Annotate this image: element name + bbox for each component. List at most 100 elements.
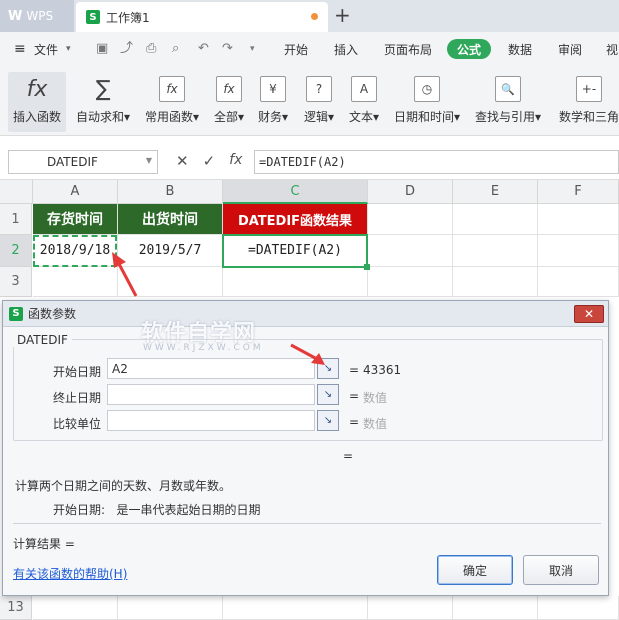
lookup-icon: 🔍: [495, 76, 521, 102]
file-menu[interactable]: 文件: [34, 32, 58, 66]
yen-icon: ¥: [260, 76, 286, 102]
print-preview-icon[interactable]: ⌕: [172, 42, 186, 56]
formula-input[interactable]: =DATEDIF(A2): [254, 150, 619, 174]
column-header-f[interactable]: F: [538, 180, 619, 204]
cell-f13[interactable]: [538, 596, 619, 620]
save-icon[interactable]: ▣: [96, 42, 110, 56]
name-box-dropdown-icon[interactable]: ▼: [146, 156, 152, 165]
all-functions-button[interactable]: fx 全部▾: [210, 72, 248, 132]
confirm-formula-icon[interactable]: ✓: [203, 152, 216, 170]
param-input-end-date[interactable]: [107, 384, 315, 405]
cell-f1[interactable]: [538, 204, 619, 235]
cell-a1[interactable]: 存货时间: [33, 204, 118, 235]
ok-button[interactable]: 确定: [437, 555, 513, 585]
cell-e3[interactable]: [453, 267, 538, 297]
name-box[interactable]: DATEDIF ▼: [8, 150, 158, 174]
redo-icon[interactable]: ↷: [222, 42, 236, 56]
param-input-unit[interactable]: [107, 410, 315, 431]
dialog-divider: [13, 523, 601, 524]
document-tab[interactable]: S 工作簿1: [76, 2, 328, 32]
menu-review[interactable]: 审阅: [558, 32, 582, 66]
dialog-title: 函数参数: [28, 307, 77, 321]
undo-icon[interactable]: ↶: [198, 42, 212, 56]
function-name: DATEDIF: [13, 333, 72, 347]
all-functions-label: 全部▾: [213, 110, 245, 124]
date-time-functions-button[interactable]: ◷ 日期和时间▾: [392, 72, 462, 132]
param-input-start-date[interactable]: A2: [107, 358, 315, 379]
cell-f2[interactable]: [538, 235, 619, 267]
logical-functions-button[interactable]: ? 逻辑▾: [300, 72, 338, 132]
cell-c13[interactable]: [223, 596, 368, 620]
column-header-e[interactable]: E: [453, 180, 538, 204]
column-header-a[interactable]: A: [33, 180, 118, 204]
close-icon[interactable]: ✕: [574, 305, 604, 323]
fx-icon[interactable]: fx: [229, 152, 242, 170]
common-functions-label: 常用函数▾: [144, 110, 200, 124]
row-header-13[interactable]: 13: [0, 596, 32, 620]
menu-insert[interactable]: 插入: [334, 32, 358, 66]
function-result-equals: =: [343, 449, 354, 463]
lookup-reference-button[interactable]: 🔍 查找与引用▾: [472, 72, 544, 132]
cancel-formula-icon[interactable]: ✕: [176, 152, 189, 170]
cell-d2[interactable]: [368, 235, 453, 267]
autosum-button[interactable]: ∑ 自动求和▾: [74, 72, 132, 132]
column-header-c[interactable]: C: [223, 180, 368, 204]
param-label-end-date: 终止日期: [53, 391, 102, 405]
cancel-button[interactable]: 取消: [523, 555, 599, 585]
menu-start[interactable]: 开始: [284, 32, 308, 66]
wps-spreadsheet-window: W WPS S 工作簿1 + ≡ 文件 ▾ ▣ ⤴ ⎙ ⌕ ↶ ↷ ▾ 开始 插…: [0, 0, 619, 620]
column-header-b[interactable]: B: [118, 180, 223, 204]
collapse-dialog-icon[interactable]: ↘: [317, 410, 339, 431]
file-menu-dropdown-icon[interactable]: ▾: [66, 32, 71, 66]
cell-d3[interactable]: [368, 267, 453, 297]
row-header-2[interactable]: 2: [0, 235, 32, 267]
cell-f3[interactable]: [538, 267, 619, 297]
math-trig-label: 数学和三角: [558, 110, 619, 124]
param-label-start-date: 开始日期: [53, 365, 102, 379]
reference-marquee: [33, 235, 117, 267]
print-icon[interactable]: ⎙: [146, 42, 160, 56]
cell-a3[interactable]: [33, 267, 118, 297]
param-result-unit: 数值: [363, 417, 388, 431]
common-functions-button[interactable]: fx 常用函数▾: [142, 72, 202, 132]
wps-home-tab[interactable]: W WPS: [0, 0, 74, 32]
menu-view[interactable]: 视: [606, 32, 618, 66]
cell-e1[interactable]: [453, 204, 538, 235]
lookup-label: 查找与引用▾: [474, 110, 542, 124]
cell-c1[interactable]: DATEDIF函数结果: [223, 204, 368, 235]
cell-d13[interactable]: [368, 596, 453, 620]
column-header-d[interactable]: D: [368, 180, 453, 204]
menu-page-layout[interactable]: 页面布局: [384, 32, 432, 66]
cell-b13[interactable]: [118, 596, 223, 620]
param-label-unit: 比较单位: [53, 417, 102, 431]
cell-e13[interactable]: [453, 596, 538, 620]
math-trig-button[interactable]: +- 数学和三角: [554, 72, 619, 132]
cell-d1[interactable]: [368, 204, 453, 235]
collapse-dialog-icon[interactable]: ↘: [317, 384, 339, 405]
financial-functions-button[interactable]: ¥ 财务▾: [254, 72, 292, 132]
menu-formula[interactable]: 公式: [447, 39, 492, 59]
hamburger-menu-icon[interactable]: ≡: [14, 32, 26, 66]
title-bar: W WPS S 工作簿1 +: [0, 0, 619, 32]
quick-access-dropdown-icon[interactable]: ▾: [250, 42, 264, 56]
export-icon[interactable]: ⤴: [120, 42, 134, 56]
spreadsheet-icon: S: [9, 306, 23, 321]
menu-data[interactable]: 数据: [508, 32, 532, 66]
insert-function-button[interactable]: fx 插入函数: [8, 72, 66, 132]
row-header-3[interactable]: 3: [0, 267, 32, 297]
cell-e2[interactable]: [453, 235, 538, 267]
dialog-title-bar[interactable]: S 函数参数: [3, 301, 608, 327]
new-tab-button[interactable]: +: [334, 4, 351, 26]
unsaved-indicator-icon: [311, 13, 318, 20]
select-all-corner[interactable]: [0, 180, 33, 204]
row-header-1[interactable]: 1: [0, 204, 32, 235]
cell-b1[interactable]: 出货时间: [118, 204, 223, 235]
function-help-link[interactable]: 有关该函数的帮助(H): [13, 565, 127, 582]
active-cell-outline: [222, 234, 370, 270]
cell-c3[interactable]: [223, 267, 368, 297]
clock-icon: ◷: [414, 76, 440, 102]
formula-ribbon: fx 插入函数 ∑ 自动求和▾ fx 常用函数▾ fx 全部▾ ¥ 财务▾ ? …: [0, 66, 619, 136]
formula-bar: DATEDIF ▼ ✕ ✓ fx =DATEDIF(A2): [0, 144, 619, 180]
text-functions-button[interactable]: A 文本▾: [344, 72, 384, 132]
cell-a13[interactable]: [33, 596, 118, 620]
